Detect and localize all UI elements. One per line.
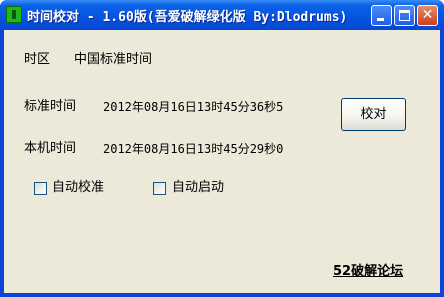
minimize-button[interactable] (371, 5, 392, 26)
sync-button[interactable]: 校对 (341, 98, 406, 131)
app-icon (6, 6, 22, 23)
local-time-label: 本机时间 (24, 141, 77, 156)
timezone-value: 中国标准时间 (74, 52, 153, 67)
auto-start-checkbox[interactable] (153, 182, 166, 195)
minimize-icon (377, 18, 384, 21)
maximize-button[interactable] (394, 5, 415, 26)
close-button[interactable]: ✕ (417, 5, 438, 26)
client-area: 时区 中国标准时间 标准时间 2012年08月16日13时45分36秒5 校对 … (4, 30, 440, 293)
local-time-value: 2012年08月16日13时45分29秒0 (103, 142, 284, 156)
close-icon: ✕ (421, 7, 434, 23)
standard-time-label: 标准时间 (24, 99, 77, 114)
title-bar[interactable]: 时间校对 - 1.60版(吾爱破解绿化版 By:Dlodrums) ✕ (0, 0, 444, 30)
auto-start-label[interactable]: 自动启动 (172, 180, 224, 196)
forum-link[interactable]: 52破解论坛 (333, 260, 403, 279)
timezone-label: 时区 (24, 52, 51, 67)
auto-sync-checkbox[interactable] (34, 182, 47, 195)
standard-time-value: 2012年08月16日13时45分36秒5 (103, 100, 284, 114)
maximize-icon (399, 10, 410, 21)
app-window: 时间校对 - 1.60版(吾爱破解绿化版 By:Dlodrums) ✕ 时区 中… (0, 0, 444, 297)
auto-sync-label[interactable]: 自动校准 (52, 180, 104, 196)
window-title: 时间校对 - 1.60版(吾爱破解绿化版 By:Dlodrums) (27, 10, 348, 25)
